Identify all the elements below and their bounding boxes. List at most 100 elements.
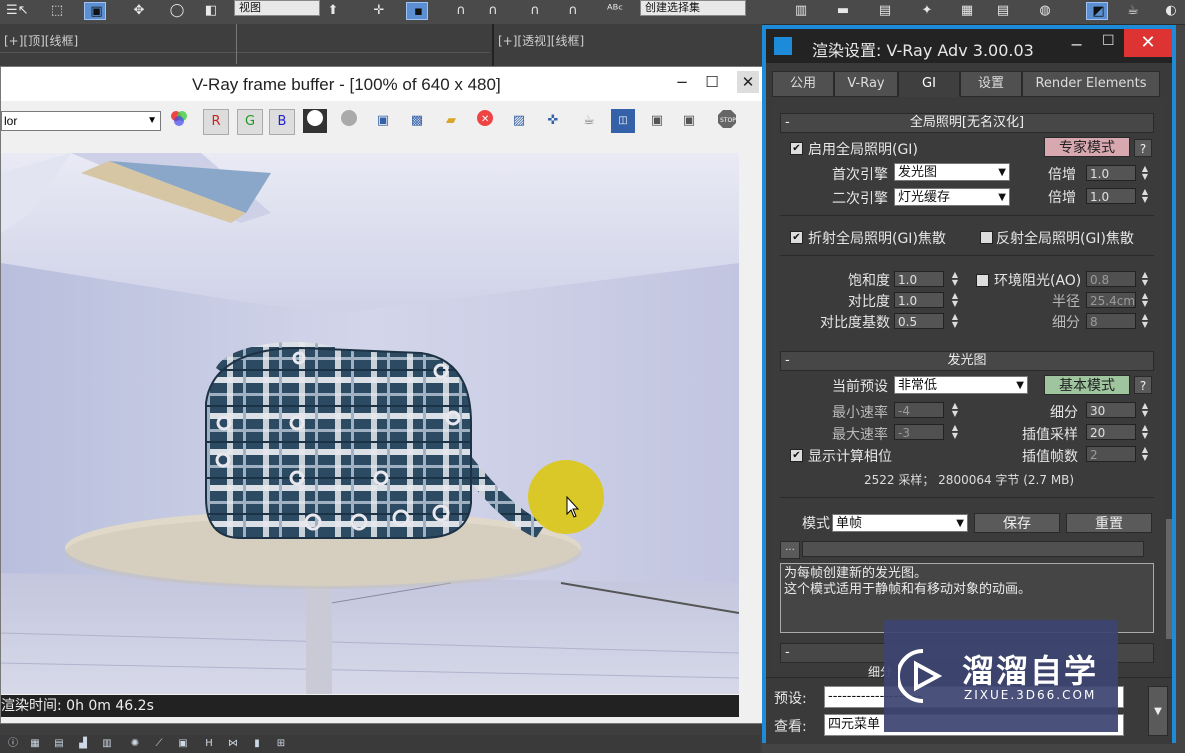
compare-a-icon[interactable]: ▣ — [645, 109, 669, 133]
spinner-arrows-icon[interactable]: ▲ ▼ — [950, 313, 960, 329]
percent-snap-icon[interactable]: ∩ — [524, 2, 546, 20]
close-button[interactable]: ✕ — [737, 71, 759, 93]
clear-image-icon[interactable]: ✕ — [473, 109, 497, 133]
pivot-icon[interactable]: ⬆ — [322, 2, 344, 20]
interp-frames-spinner[interactable]: 2 — [1086, 446, 1136, 462]
select-manipulate-icon[interactable]: ✛ — [368, 2, 390, 20]
snap-toggle-icon[interactable]: ∩ — [450, 2, 472, 20]
spinner-arrows-icon[interactable]: ▲ ▼ — [1140, 188, 1150, 204]
primary-multiplier-spinner[interactable]: 1.0 — [1086, 165, 1136, 181]
select-list-icon[interactable]: ☰↖ — [6, 2, 29, 20]
tab-vray[interactable]: V-Ray — [834, 71, 898, 97]
color-mode-icon[interactable] — [167, 109, 191, 133]
tab-gi[interactable]: GI — [898, 71, 960, 97]
mirror-icon[interactable]: ▥ — [790, 2, 812, 20]
dropdown-arrow-button[interactable]: ▼ — [1148, 686, 1168, 736]
mode-select[interactable]: 单帧 ▼ — [832, 514, 968, 532]
open-folder-icon[interactable]: ▰ — [439, 109, 463, 133]
gi-rollout-header[interactable]: - 全局照明[无名汉化] — [780, 113, 1154, 133]
green-channel-button[interactable]: G — [237, 109, 263, 135]
spinner-arrows-icon[interactable]: ▲ ▼ — [950, 424, 960, 440]
save-button[interactable]: 保存 — [974, 513, 1060, 533]
scrollbar[interactable] — [1166, 519, 1172, 639]
primary-engine-select[interactable]: 发光图 ▼ — [894, 163, 1010, 181]
alpha-channel-icon[interactable] — [303, 109, 327, 133]
secondary-multiplier-spinner[interactable]: 1.0 — [1086, 188, 1136, 204]
tab-common[interactable]: 公用 — [772, 71, 834, 97]
flip-icon[interactable]: ⋈ — [226, 737, 240, 751]
show-calc-phase-checkbox[interactable]: ✔ — [790, 449, 803, 462]
region-render-icon[interactable]: ✜ — [541, 109, 565, 133]
monochrome-icon[interactable] — [337, 109, 361, 133]
histogram-icon[interactable]: ▟ — [76, 737, 90, 751]
refractive-caustics-checkbox[interactable]: ✔ — [790, 231, 803, 244]
lut-icon[interactable]: ▥ — [100, 737, 114, 751]
perspective-viewport-label[interactable]: [+][透视][线框] — [498, 32, 584, 49]
stop-render-icon[interactable]: STOP — [715, 109, 739, 133]
irr-subdivs-spinner[interactable]: 30 — [1086, 402, 1136, 418]
blue-channel-button[interactable]: B — [269, 109, 295, 135]
min-rate-spinner[interactable]: -4 — [894, 402, 944, 418]
curve-icon[interactable]: ⟋ — [152, 737, 166, 751]
material-editor-icon[interactable]: ◍ — [1034, 2, 1056, 20]
hsl-icon[interactable]: ▦ — [28, 737, 42, 751]
ao-value-spinner[interactable]: 0.8 — [1086, 271, 1136, 287]
help-button[interactable]: ? — [1134, 139, 1152, 157]
reflective-caustics-checkbox[interactable] — [980, 231, 993, 244]
tab-settings[interactable]: 设置 — [960, 71, 1022, 97]
save-all-icon[interactable]: ▩ — [405, 109, 429, 133]
color-balance-icon[interactable]: ✺ — [128, 737, 142, 751]
rendered-frame-icon[interactable]: ☕ — [1122, 2, 1144, 20]
current-preset-select[interactable]: 非常低 ▼ — [894, 376, 1028, 394]
irradiance-rollout-header[interactable]: - 发光图 — [780, 351, 1154, 371]
contrast-spinner[interactable]: 1.0 — [894, 292, 944, 308]
rotate-icon[interactable]: ◯ — [166, 2, 188, 20]
exposure-icon[interactable]: ▣ — [176, 737, 190, 751]
spinner-arrows-icon[interactable]: ▲ ▼ — [1140, 165, 1150, 181]
compare-icon[interactable]: ▮ — [250, 737, 264, 751]
teapot-icon[interactable]: ☕ — [577, 109, 601, 133]
maximize-button[interactable]: ☐ — [1102, 33, 1115, 49]
layer-icon[interactable]: ▤ — [874, 2, 896, 20]
duplicate-icon[interactable]: ▨ — [507, 109, 531, 133]
spinner-arrows-icon[interactable]: ▲ ▼ — [1140, 424, 1150, 440]
light-lister-icon[interactable]: ✦ — [916, 2, 938, 20]
ao-checkbox[interactable] — [976, 274, 989, 287]
expert-mode-button[interactable]: 专家模式 — [1044, 137, 1130, 157]
window-crossing-icon[interactable]: ▣ — [84, 2, 106, 20]
top-viewport-label[interactable]: [+][顶][线框] — [4, 32, 78, 49]
spinner-snap-icon[interactable]: ∩ — [562, 2, 584, 20]
render-setup-icon[interactable]: ◩ — [1086, 2, 1108, 20]
levels-icon[interactable]: ▤ — [52, 737, 66, 751]
interp-samples-spinner[interactable]: 20 — [1086, 424, 1136, 440]
tab-render-elements[interactable]: Render Elements — [1022, 71, 1160, 97]
help-button[interactable]: ? — [1134, 376, 1152, 394]
curve-editor-icon[interactable]: ▦ — [956, 2, 978, 20]
enable-gi-checkbox[interactable]: ✔ — [790, 142, 803, 155]
spinner-arrows-icon[interactable]: ▲ ▼ — [950, 292, 960, 308]
basic-mode-button[interactable]: 基本模式 — [1044, 375, 1130, 395]
spinner-arrows-icon[interactable]: ▲ ▼ — [1140, 402, 1150, 418]
red-channel-button[interactable]: R — [203, 109, 229, 135]
named-selection-dropdown[interactable]: 创建选择集 — [640, 0, 746, 16]
info-icon[interactable]: ⓘ — [6, 737, 20, 751]
move-icon[interactable]: ✥ — [128, 2, 150, 20]
maximize-button[interactable]: ☐ — [701, 71, 723, 93]
spinner-arrows-icon[interactable]: ▲ ▼ — [1140, 313, 1150, 329]
angle-snap-icon[interactable]: ∩ — [482, 2, 504, 20]
history-icon[interactable]: ◫ — [611, 109, 635, 133]
contrast-base-spinner[interactable]: 0.5 — [894, 313, 944, 329]
render-settings-titlebar[interactable]: 渲染设置: V-Ray Adv 3.00.03 − ☐ ✕ — [766, 29, 1172, 63]
schematic-icon[interactable]: ▤ — [992, 2, 1014, 20]
edit-named-sel-icon[interactable]: ᴬᴮᶜ — [604, 2, 626, 20]
close-button[interactable]: ✕ — [1124, 29, 1172, 57]
reset-button[interactable]: 重置 — [1066, 513, 1152, 533]
radius-spinner[interactable]: 25.4cm — [1086, 292, 1136, 308]
scale-icon[interactable]: ◧ — [200, 2, 222, 20]
render-icon[interactable]: ◐ — [1160, 2, 1182, 20]
browse-button[interactable]: ... — [780, 541, 800, 559]
spinner-arrows-icon[interactable]: ▲ ▼ — [1140, 446, 1150, 462]
lens-icon[interactable]: ⊞ — [274, 737, 288, 751]
spinner-arrows-icon[interactable]: ▲ ▼ — [1140, 292, 1150, 308]
save-image-icon[interactable]: ▣ — [371, 109, 395, 133]
